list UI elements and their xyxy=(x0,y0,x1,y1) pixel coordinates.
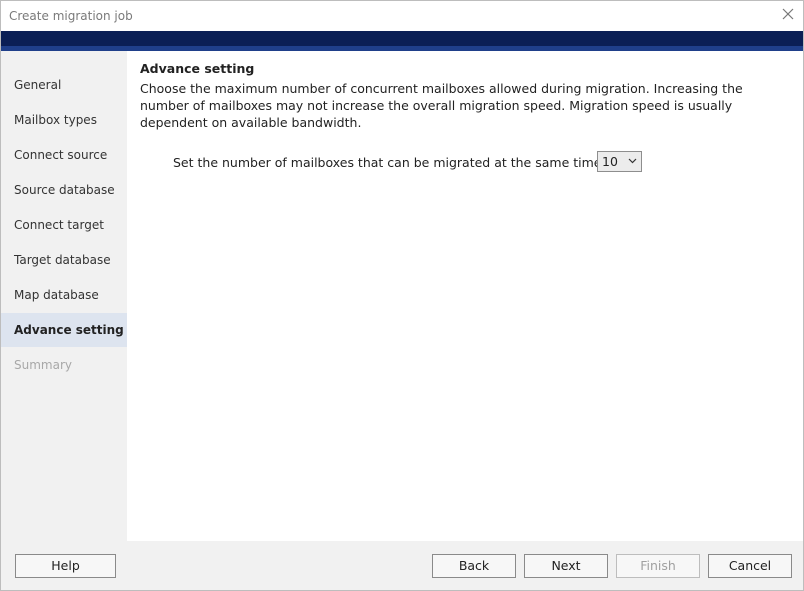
sidebar-item-mailbox-types[interactable]: Mailbox types xyxy=(1,103,127,137)
concurrency-select[interactable]: 10 xyxy=(597,151,642,172)
main-content: Advance setting Choose the maximum numbe… xyxy=(127,51,803,541)
window-title: Create migration job xyxy=(9,9,133,23)
sidebar-item-map-database[interactable]: Map database xyxy=(1,278,127,312)
title-bar: Create migration job xyxy=(1,1,803,31)
sidebar-item-target-database[interactable]: Target database xyxy=(1,243,127,277)
cancel-button[interactable]: Cancel xyxy=(708,554,792,578)
page-description: Choose the maximum number of concurrent … xyxy=(140,81,743,130)
sidebar-item-connect-target[interactable]: Connect target xyxy=(1,208,127,242)
next-button[interactable]: Next xyxy=(524,554,608,578)
finish-button: Finish xyxy=(616,554,700,578)
help-button[interactable]: Help xyxy=(15,554,116,578)
close-icon[interactable] xyxy=(781,7,795,21)
dialog-window: Create migration job General Mailbox typ… xyxy=(0,0,804,591)
wizard-sidebar: General Mailbox types Connect source Sou… xyxy=(1,51,127,541)
page-title: Advance setting xyxy=(140,61,255,76)
concurrency-label: Set the number of mailboxes that can be … xyxy=(173,155,623,170)
back-button[interactable]: Back xyxy=(432,554,516,578)
concurrency-value: 10 xyxy=(602,154,618,169)
sidebar-item-summary: Summary xyxy=(14,358,72,372)
dialog-footer: Help Back Next Finish Cancel xyxy=(1,541,803,590)
chevron-down-icon xyxy=(628,158,637,164)
sidebar-item-source-database[interactable]: Source database xyxy=(1,173,127,207)
sidebar-item-advance-setting[interactable]: Advance setting xyxy=(1,313,127,347)
header-banner xyxy=(1,31,803,51)
sidebar-item-general[interactable]: General xyxy=(1,68,127,102)
sidebar-item-connect-source[interactable]: Connect source xyxy=(1,138,127,172)
